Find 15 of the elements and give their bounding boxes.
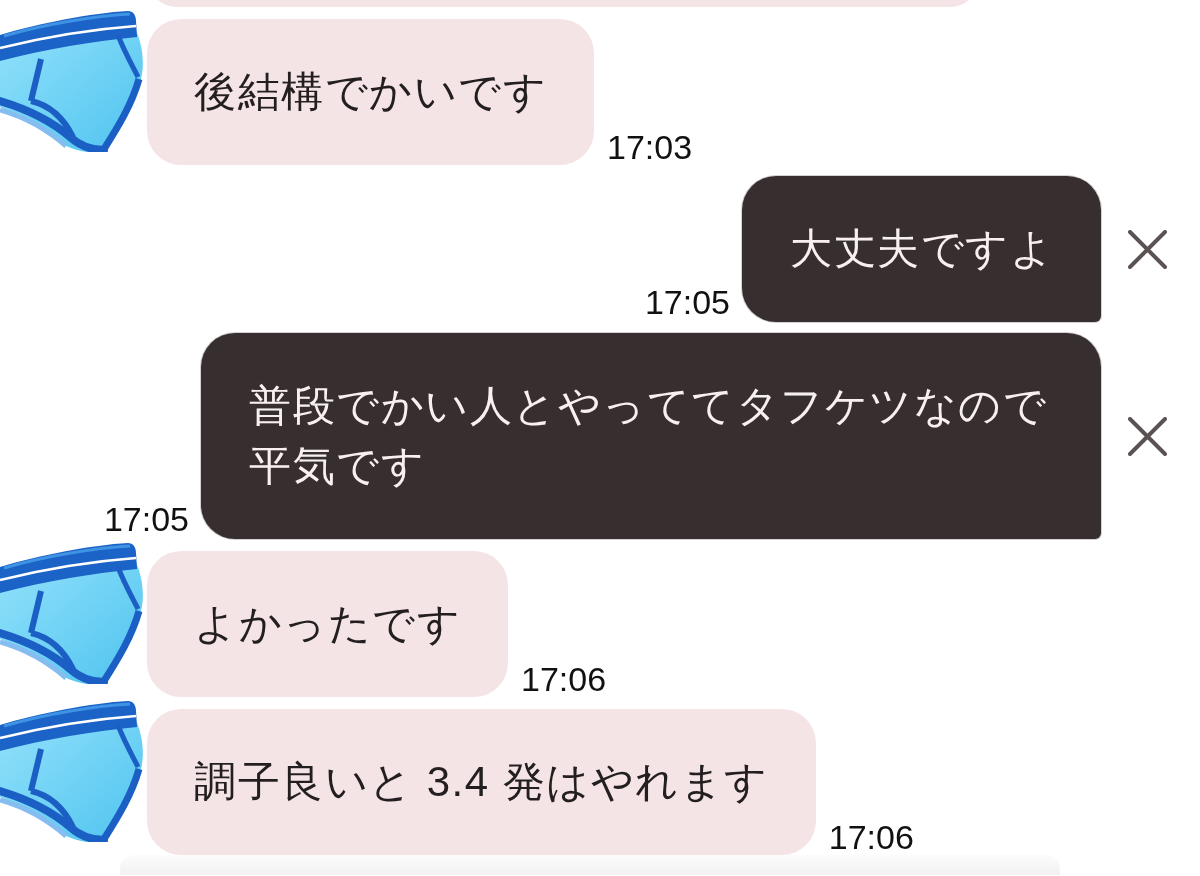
timestamp: 17:06: [828, 820, 914, 854]
briefs-icon: [0, 541, 145, 684]
timestamp: 17:05: [644, 285, 730, 319]
timestamp: 17:03: [607, 130, 693, 164]
message-bubble: 調子良いと 3.4 発はやれます: [147, 709, 816, 855]
message-bubble: 大丈夫ですよ: [742, 176, 1101, 322]
message-bubble: 普段でかい人とやっててタフケツなので平気です: [201, 333, 1101, 539]
message-bubble: 後結構でかいです: [147, 19, 594, 165]
message-bubble: よかったです: [147, 551, 508, 697]
timestamp: 17:05: [103, 502, 189, 536]
briefs-icon: [0, 9, 145, 152]
timestamp: 17:06: [521, 662, 607, 696]
briefs-icon: [0, 699, 145, 842]
close-icon[interactable]: [1128, 229, 1167, 269]
close-icon[interactable]: [1128, 416, 1167, 456]
